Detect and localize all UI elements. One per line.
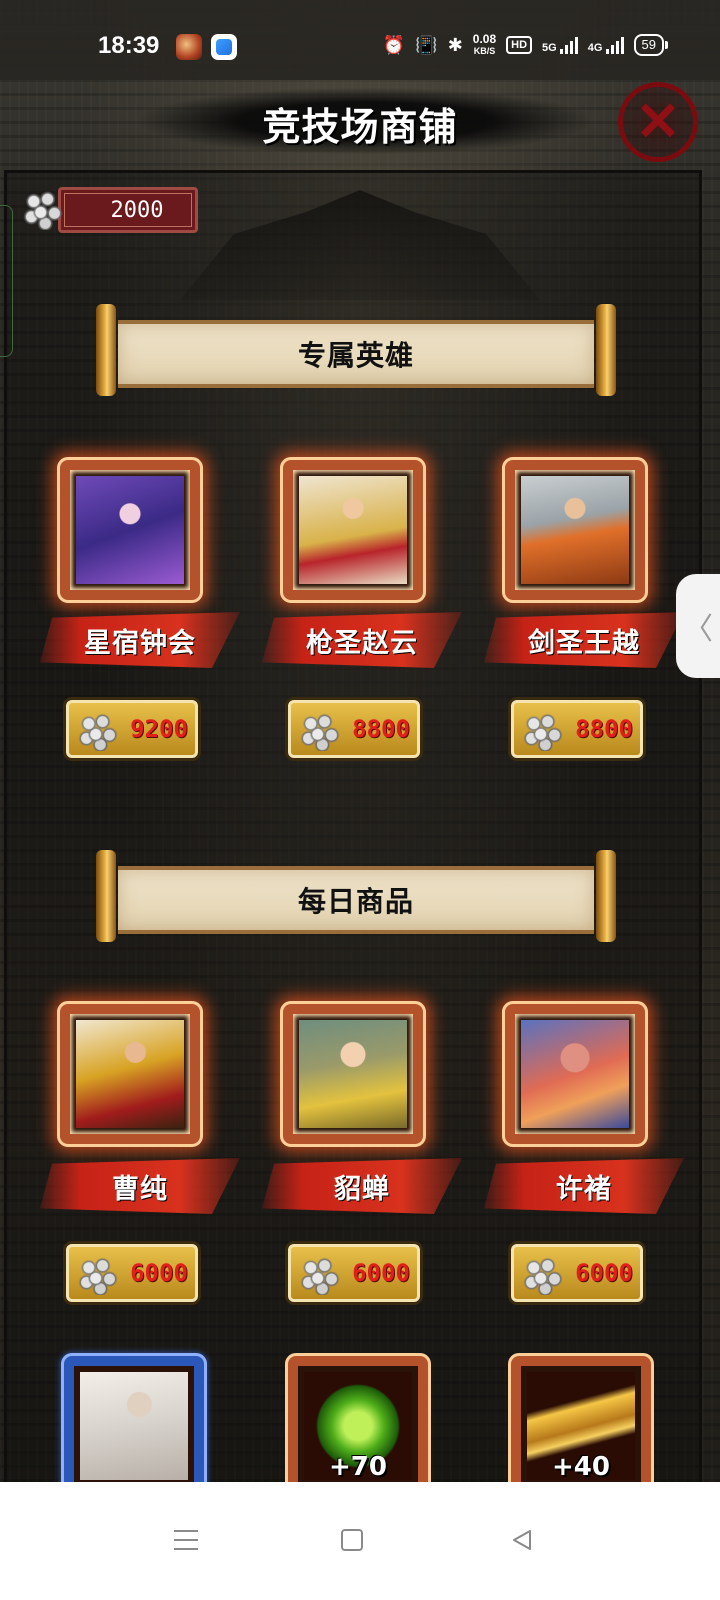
scroll-rod-right bbox=[596, 304, 616, 396]
menu-icon bbox=[174, 1539, 198, 1541]
network-speed: 0.08 KB/S bbox=[473, 33, 496, 57]
menu-icon bbox=[174, 1548, 198, 1550]
currency-amount: 2000 bbox=[110, 197, 164, 223]
item-quantity: +70 bbox=[329, 1452, 387, 1482]
signal-bars-icon bbox=[559, 36, 578, 54]
price-value: 8800 bbox=[352, 715, 410, 743]
item-card-monk[interactable] bbox=[61, 1353, 207, 1499]
hero-portrait bbox=[521, 1020, 629, 1128]
network-speed-value: 0.08 bbox=[472, 32, 497, 46]
item-card-gold[interactable]: +40 bbox=[508, 1353, 654, 1499]
chevron-left-icon: 〈 bbox=[683, 612, 713, 647]
hero-portrait bbox=[80, 1372, 188, 1480]
status-indicators: ⏰ 📳 ✱ 0.08 KB/S HD 5G 4G 59 bbox=[382, 30, 669, 60]
page-title: 竞技场商铺 bbox=[262, 105, 458, 149]
hero-portrait bbox=[76, 1020, 184, 1128]
currency-balance: 2000 bbox=[58, 187, 198, 233]
hero-portrait bbox=[299, 476, 407, 584]
vibrate-icon: 📳 bbox=[415, 34, 438, 55]
coin-pile-icon bbox=[520, 1253, 566, 1295]
section-banner-daily-goods: 每日商品 bbox=[96, 850, 616, 942]
hero-name-ribbon: 曹纯 bbox=[40, 1158, 240, 1214]
signal-4g: 4G bbox=[588, 36, 624, 54]
close-icon: ✕ bbox=[635, 92, 681, 152]
hero-name-ribbon: 许褚 bbox=[484, 1158, 684, 1214]
section-title: 每日商品 bbox=[118, 866, 594, 934]
price-value: 6000 bbox=[130, 1259, 188, 1287]
signal-5g-label: 5G bbox=[542, 42, 557, 54]
buy-price-button[interactable]: 6000 bbox=[66, 1244, 198, 1302]
hero-card-2[interactable] bbox=[280, 457, 426, 603]
buy-price-button[interactable]: 6000 bbox=[288, 1244, 420, 1302]
section-title: 专属英雄 bbox=[118, 320, 594, 388]
price-value: 6000 bbox=[575, 1259, 633, 1287]
hero-name-ribbon: 貂蝉 bbox=[262, 1158, 462, 1214]
status-bar: 18:39 ⏰ 📳 ✱ 0.08 KB/S HD 5G 4G 59 bbox=[0, 0, 720, 80]
hero-card-3[interactable] bbox=[502, 457, 648, 603]
game-app-icon bbox=[176, 34, 202, 60]
buy-price-button[interactable]: 8800 bbox=[511, 700, 643, 758]
daily-card-1[interactable] bbox=[57, 1001, 203, 1147]
home-button[interactable] bbox=[332, 1520, 372, 1560]
scroll-rod-left bbox=[96, 850, 116, 942]
hd-voice-badge: HD bbox=[506, 36, 533, 54]
back-button[interactable] bbox=[502, 1520, 542, 1560]
alarm-icon: ⏰ bbox=[382, 34, 406, 55]
signal-4g-label: 4G bbox=[587, 42, 603, 54]
buy-price-button[interactable]: 9200 bbox=[66, 700, 198, 758]
daily-card-2[interactable] bbox=[280, 1001, 426, 1147]
app-notification-icon bbox=[211, 34, 237, 60]
scroll-rod-right bbox=[596, 850, 616, 942]
signal-5g: 5G bbox=[542, 36, 578, 54]
scroll-rod-left bbox=[96, 304, 116, 396]
status-time: 18:39 bbox=[98, 32, 160, 59]
coin-pile-icon bbox=[20, 186, 66, 230]
bluetooth-icon: ✱ bbox=[447, 34, 463, 55]
price-value: 9200 bbox=[130, 715, 188, 743]
daily-card-3[interactable] bbox=[502, 1001, 648, 1147]
hero-portrait bbox=[521, 476, 629, 584]
section-banner-exclusive-heroes: 专属英雄 bbox=[96, 304, 616, 396]
item-card-orb[interactable]: +70 bbox=[285, 1353, 431, 1499]
coin-pile-icon bbox=[75, 1253, 121, 1295]
system-nav-bar bbox=[0, 1482, 720, 1600]
item-quantity: +40 bbox=[552, 1452, 610, 1482]
hero-portrait bbox=[76, 476, 184, 584]
hero-name-ribbon: 枪圣赵云 bbox=[262, 612, 462, 668]
network-speed-unit: KB/S bbox=[473, 46, 496, 56]
coin-pile-icon bbox=[297, 709, 343, 751]
coin-pile-icon bbox=[520, 709, 566, 751]
price-value: 8800 bbox=[575, 715, 633, 743]
back-icon bbox=[513, 1530, 531, 1550]
home-icon bbox=[341, 1529, 363, 1551]
menu-icon bbox=[174, 1530, 198, 1532]
signal-bars-icon bbox=[605, 36, 624, 54]
battery-indicator: 59 bbox=[633, 34, 669, 56]
hero-name-ribbon: 星宿钟会 bbox=[40, 612, 240, 668]
hero-card-1[interactable] bbox=[57, 457, 203, 603]
buy-price-button[interactable]: 6000 bbox=[511, 1244, 643, 1302]
hero-name-ribbon: 剑圣王越 bbox=[484, 612, 684, 668]
buy-price-button[interactable]: 8800 bbox=[288, 700, 420, 758]
recent-apps-button[interactable] bbox=[166, 1520, 206, 1560]
side-drawer-tab[interactable]: 〈 bbox=[676, 574, 720, 678]
close-button[interactable]: ✕ bbox=[618, 82, 698, 162]
coin-pile-icon bbox=[75, 709, 121, 751]
left-edge-indicator bbox=[0, 205, 13, 357]
hero-portrait bbox=[299, 1020, 407, 1128]
coin-pile-icon bbox=[297, 1253, 343, 1295]
price-value: 6000 bbox=[352, 1259, 410, 1287]
